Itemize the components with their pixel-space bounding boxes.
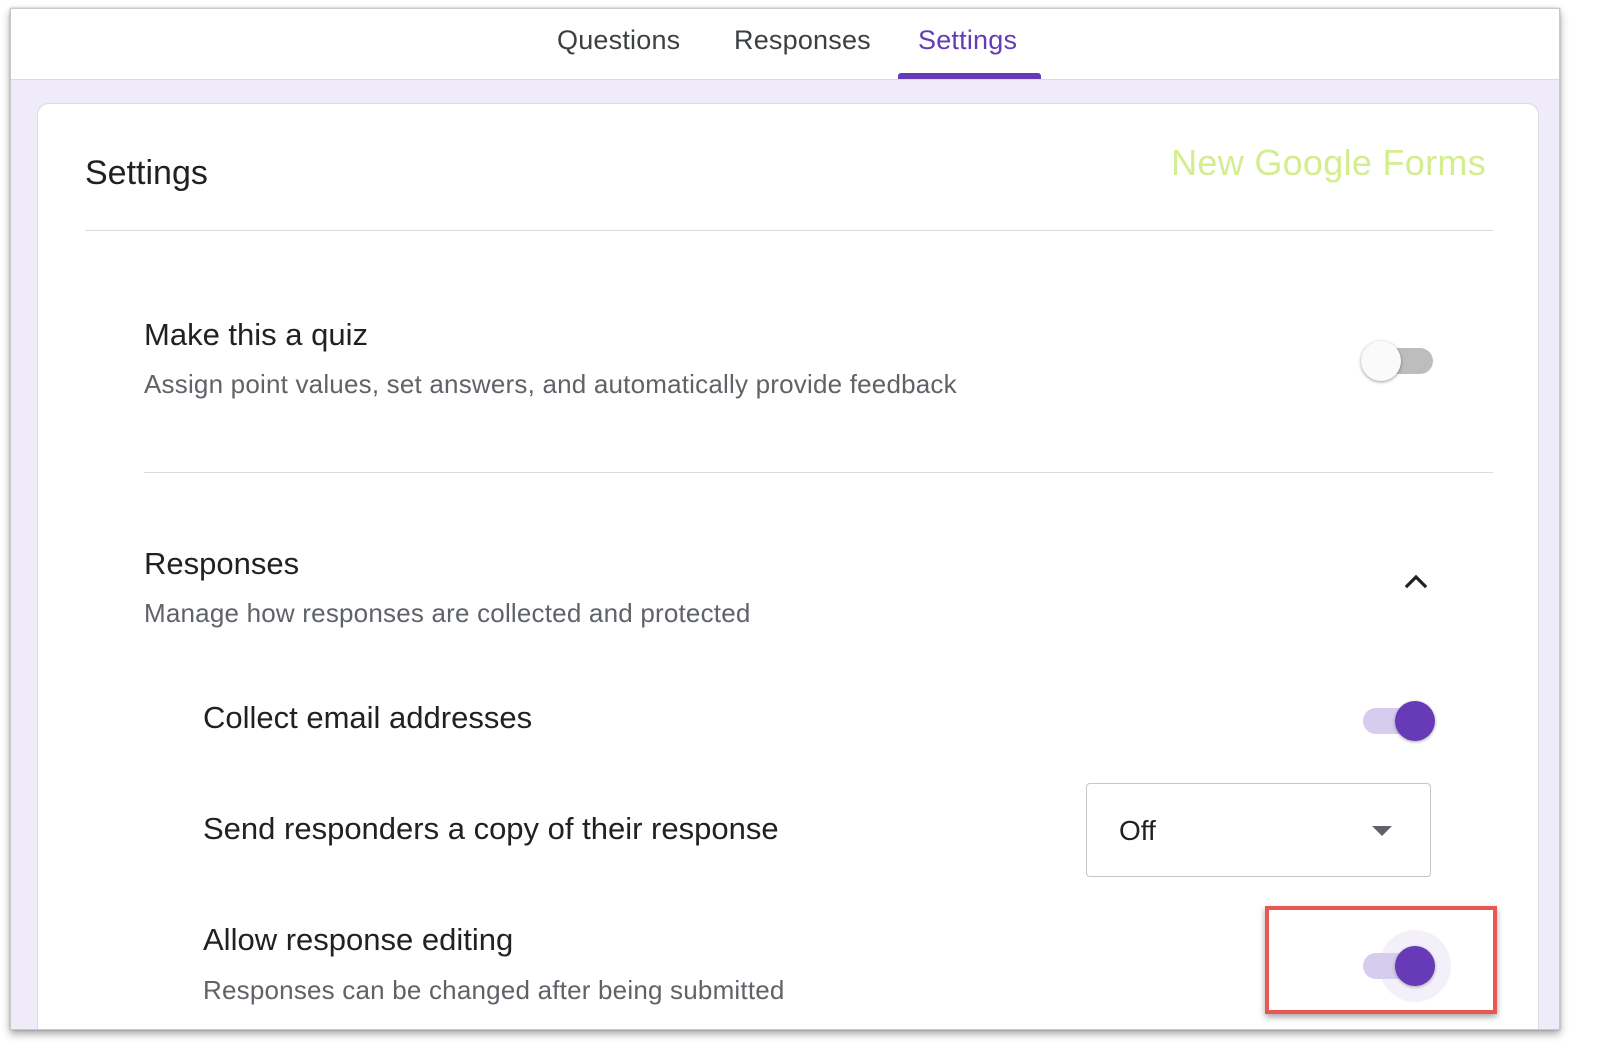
tab-bar: Questions Responses Settings — [11, 9, 1559, 80]
app-window: Questions Responses Settings Settings Ne… — [10, 8, 1560, 1030]
tab-settings[interactable]: Settings — [918, 25, 1017, 56]
toggle-knob — [1361, 341, 1401, 381]
quiz-description: Assign point values, set answers, and au… — [144, 369, 957, 399]
allow-editing-description: Responses can be changed after being sub… — [203, 975, 785, 1005]
brand-label: New Google Forms — [1171, 142, 1486, 183]
tab-questions[interactable]: Questions — [557, 25, 680, 56]
divider — [85, 230, 1493, 231]
quiz-toggle[interactable] — [1361, 341, 1435, 381]
collect-email-label: Collect email addresses — [203, 700, 533, 735]
chevron-up-icon[interactable] — [1401, 566, 1431, 596]
divider — [144, 472, 1493, 473]
collect-email-toggle[interactable] — [1361, 701, 1435, 741]
arrow-drop-down-icon — [1372, 826, 1392, 836]
select-value: Off — [1119, 815, 1156, 846]
highlight-annotation-box — [1265, 906, 1497, 1014]
send-copy-label: Send responders a copy of their response — [203, 811, 779, 846]
tab-responses[interactable]: Responses — [734, 25, 871, 56]
send-copy-select[interactable]: Off — [1086, 783, 1431, 877]
settings-card: Settings New Google Forms Make this a qu… — [37, 103, 1539, 1029]
responses-section-description: Manage how responses are collected and p… — [144, 598, 751, 628]
quiz-title: Make this a quiz — [144, 317, 368, 352]
allow-editing-label: Allow response editing — [203, 922, 514, 957]
active-tab-indicator — [898, 73, 1041, 79]
responses-section-title: Responses — [144, 546, 300, 581]
toggle-knob — [1395, 701, 1435, 741]
page-title: Settings — [85, 154, 208, 192]
